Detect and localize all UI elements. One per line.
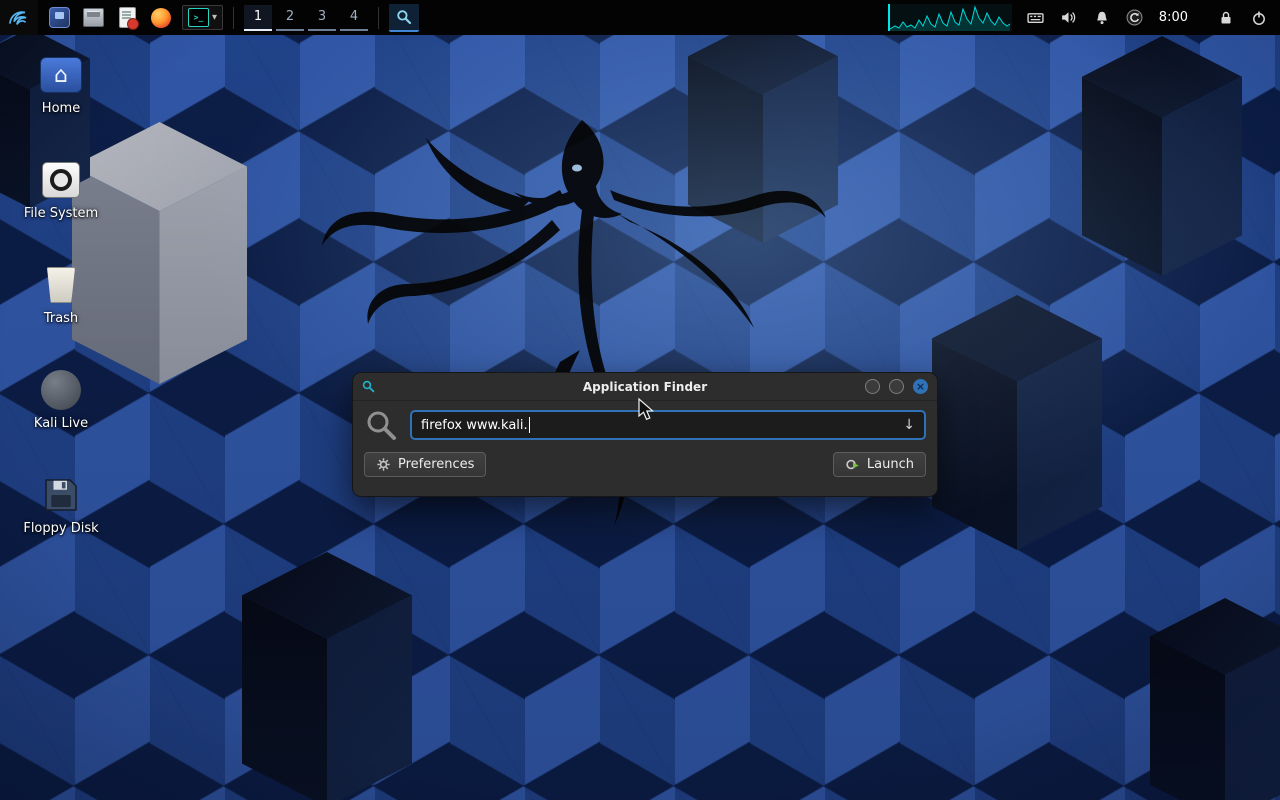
desktop: ⌂ Home File System Trash Kali Live	[0, 0, 1280, 800]
minimize-button[interactable]	[865, 379, 880, 394]
workspace-4[interactable]: 4	[340, 5, 368, 31]
search-query-text: firefox www.kali.	[421, 418, 528, 433]
launcher-group	[48, 7, 172, 29]
maximize-button[interactable]	[889, 379, 904, 394]
keyboard-icon	[1027, 9, 1044, 26]
home-icon: ⌂	[40, 57, 82, 93]
window-controls: ×	[865, 373, 928, 400]
screen-lock-button[interactable]	[1217, 9, 1235, 27]
cpu-graph-plot	[890, 4, 1010, 31]
bell-icon	[1094, 10, 1110, 26]
launch-label: Launch	[867, 457, 914, 472]
top-panel: >_ ▾ 1 2 3 4	[0, 0, 1280, 35]
launcher-text-editor[interactable]	[116, 7, 138, 29]
launcher-file-manager[interactable]	[82, 7, 104, 29]
workspace-switcher: 1 2 3 4	[244, 5, 368, 31]
finder-body: firefox www.kali. ↓ Preferences	[353, 401, 937, 496]
keyboard-indicator[interactable]	[1027, 9, 1045, 27]
desktop-icon-label: Home	[42, 101, 80, 116]
chevron-down-icon[interactable]: ▾	[212, 12, 217, 23]
gear-icon	[376, 457, 391, 472]
logout-button[interactable]	[1250, 9, 1268, 27]
app-window-icon	[49, 7, 70, 28]
workspace-1[interactable]: 1	[244, 5, 272, 31]
panel-separator	[233, 7, 234, 29]
notifications-indicator[interactable]	[1093, 9, 1111, 27]
system-load-graph[interactable]	[888, 4, 1012, 31]
text-editor-icon	[119, 7, 136, 28]
desktop-icon-file-system[interactable]: File System	[24, 160, 98, 221]
search-input[interactable]: firefox www.kali. ↓	[410, 410, 926, 440]
kali-live-icon	[41, 370, 81, 410]
refresh-icon	[1126, 9, 1143, 26]
workspace-3[interactable]: 3	[308, 5, 336, 31]
preferences-label: Preferences	[398, 457, 474, 472]
floppy-disk-icon	[43, 477, 79, 513]
desktop-icon-home[interactable]: ⌂ Home	[40, 55, 82, 116]
titlebar[interactable]: Application Finder ×	[353, 373, 937, 401]
desktop-icon-label: File System	[24, 206, 98, 221]
panel-right: 8:00	[888, 4, 1280, 31]
volume-indicator[interactable]	[1060, 9, 1078, 27]
desktop-icon-kali-live[interactable]: Kali Live	[34, 370, 88, 431]
workspace-2[interactable]: 2	[276, 5, 304, 31]
desktop-icon-label: Kali Live	[34, 416, 88, 431]
taskbar-app-finder[interactable]	[389, 4, 419, 32]
applications-menu-button[interactable]	[0, 0, 38, 35]
clock[interactable]: 8:00	[1159, 10, 1188, 25]
close-button[interactable]: ×	[913, 379, 928, 394]
launch-button[interactable]: Launch	[833, 452, 926, 477]
desktop-icon-label: Floppy Disk	[23, 521, 98, 536]
glass-cube	[1082, 36, 1242, 276]
app-finder-window-icon	[362, 380, 375, 393]
terminal-icon: >_	[188, 8, 209, 27]
glass-cube	[688, 18, 838, 243]
file-manager-icon	[83, 8, 104, 27]
glass-cube	[242, 552, 412, 800]
desktop-icon-trash[interactable]: Trash	[40, 265, 82, 326]
desktop-icon-column: ⌂ Home File System Trash Kali Live	[18, 55, 104, 536]
desktop-icon-floppy-disk[interactable]: Floppy Disk	[23, 475, 98, 536]
panel-separator	[378, 7, 379, 29]
launch-icon	[845, 457, 860, 472]
glass-cube	[932, 295, 1102, 550]
text-caret	[529, 417, 530, 433]
search-icon	[364, 408, 398, 442]
firefox-icon	[151, 8, 171, 28]
application-finder-window: Application Finder × firefox www.kali. ↓	[352, 372, 938, 497]
preferences-button[interactable]: Preferences	[364, 452, 486, 477]
window-title: Application Finder	[583, 380, 707, 394]
dropdown-arrow-icon[interactable]: ↓	[903, 417, 915, 433]
launcher-firefox[interactable]	[150, 7, 172, 29]
trash-icon	[45, 267, 77, 303]
terminal-launcher[interactable]: >_ ▾	[182, 5, 223, 30]
desktop-icon-label: Trash	[44, 311, 78, 326]
speaker-icon	[1060, 9, 1077, 26]
file-system-icon	[42, 162, 80, 198]
updates-indicator[interactable]	[1126, 9, 1144, 27]
power-icon	[1251, 10, 1267, 26]
close-icon: ×	[916, 381, 925, 392]
app-finder-task-icon	[396, 9, 412, 25]
lock-icon	[1218, 10, 1234, 26]
kali-menu-icon	[7, 6, 31, 30]
glass-cube	[1150, 598, 1280, 800]
launcher-app-window[interactable]	[48, 7, 70, 29]
